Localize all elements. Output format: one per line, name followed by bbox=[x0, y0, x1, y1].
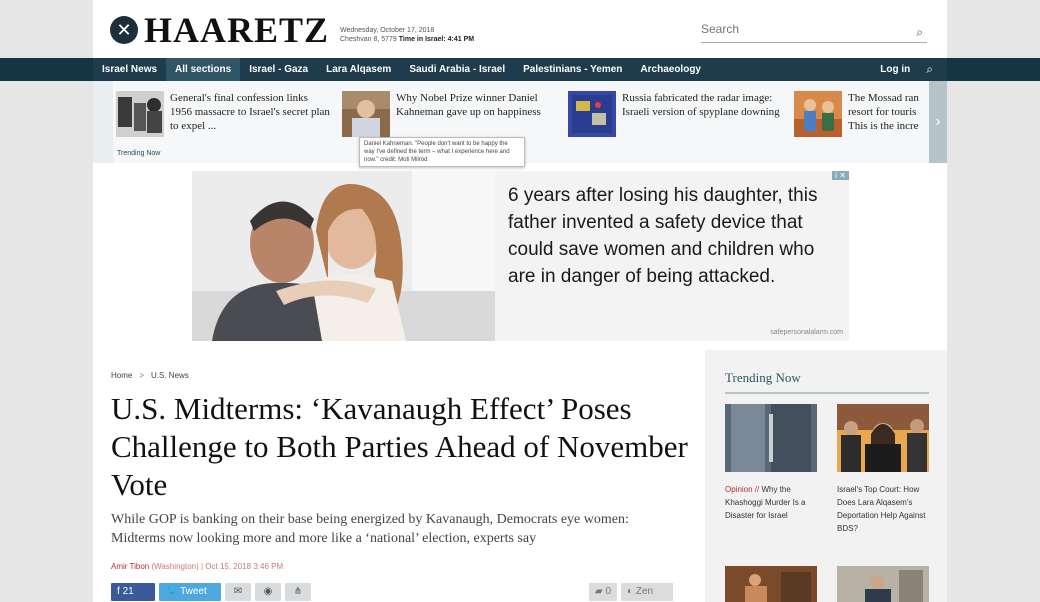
nav-item-israel-gaza[interactable]: Israel - Gaza bbox=[240, 58, 317, 81]
date-hebrew: Cheshvan 8, 5779 Time in Israel: 4:41 PM bbox=[340, 35, 474, 44]
story-headline: Russia fabricated the radar image: Israe… bbox=[622, 92, 780, 118]
facebook-share-button[interactable]: f 21 bbox=[111, 583, 155, 601]
story-thumbnail bbox=[116, 91, 164, 137]
ad-image bbox=[192, 171, 495, 341]
login-link[interactable]: Log in bbox=[870, 64, 920, 75]
article-headline: U.S. Midterms: ‘Kavanaugh Effect’ Poses … bbox=[111, 391, 688, 502]
strip-label: Trending Now bbox=[117, 150, 161, 157]
ad-url: safepersonalalarm.com bbox=[770, 329, 843, 336]
zen-icon: ◐ bbox=[627, 586, 636, 597]
main-nav-inner: Israel News All sections Israel - Gaza L… bbox=[93, 58, 947, 81]
article-tools: ▰ 0 ◐ Zen bbox=[589, 583, 674, 601]
trending-card-image[interactable] bbox=[837, 566, 929, 602]
story-headline: Why Nobel Prize winner Daniel Kahneman g… bbox=[396, 92, 541, 118]
logo-mark-icon: ✕ bbox=[110, 16, 138, 44]
search-icon[interactable]: ⌕ bbox=[916, 25, 923, 40]
content-area: Home > U.S. News U.S. Midterms: ‘Kavanaugh… bbox=[93, 350, 947, 602]
reddit-share-button[interactable]: ◉ bbox=[255, 583, 281, 601]
image-caption-tooltip: Daniel Kahneman. "People don't want to b… bbox=[359, 137, 525, 167]
opinion-label: Opinion // bbox=[725, 485, 760, 494]
nav-search-icon[interactable]: ⌕ bbox=[920, 62, 947, 77]
nav-item-all-sections[interactable]: All sections bbox=[166, 58, 241, 81]
trending-card-image bbox=[725, 404, 817, 472]
location-text: Washington bbox=[154, 562, 197, 571]
tweet-button[interactable]: 🐦 Tweet bbox=[159, 583, 221, 601]
breadcrumb-section[interactable]: U.S. News bbox=[151, 371, 189, 380]
more-share-button[interactable]: ⋔ bbox=[285, 583, 311, 601]
nav-item-saudi-arabia-israel[interactable]: Saudi Arabia - Israel bbox=[400, 58, 514, 81]
byline: Amir Tibon (Washington) | Oct 15, 2018 3… bbox=[111, 562, 283, 571]
strip-story[interactable]: The Mossad ran resort for touris This is… bbox=[794, 91, 929, 137]
trending-card-image[interactable] bbox=[725, 566, 817, 602]
haaretz-logo[interactable]: ✕ HAARETZ bbox=[110, 10, 330, 50]
trending-sidebar: Trending Now Opinion // Why the Khashogg… bbox=[705, 350, 947, 602]
advertisement[interactable]: 6 years after losing his daughter, this … bbox=[192, 171, 849, 341]
author-link[interactable]: Amir Tibon bbox=[111, 562, 149, 571]
zen-label: Zen bbox=[635, 586, 654, 597]
comment-icon: ▰ bbox=[595, 586, 606, 597]
twitter-icon: 🐦 bbox=[165, 586, 181, 597]
story-thumbnail bbox=[568, 91, 616, 137]
divider bbox=[725, 392, 929, 394]
date-hebrew-text: Cheshvan 8, 5779 bbox=[340, 36, 399, 43]
comments-count: 0 bbox=[605, 586, 612, 597]
email-icon: ✉ bbox=[233, 586, 243, 597]
publish-date: Oct 15, 2018 3:46 PM bbox=[205, 562, 284, 571]
adchoices-icon[interactable]: i ✕ bbox=[832, 171, 849, 180]
trending-card[interactable]: Opinion // Why the Khashoggi Murder Is a… bbox=[725, 404, 817, 522]
breadcrumb-home[interactable]: Home bbox=[111, 371, 132, 380]
logo-text: HAARETZ bbox=[144, 10, 330, 50]
site-header: ✕ HAARETZ Wednesday, October 17, 2018 Ch… bbox=[93, 0, 947, 58]
nav-right: Log in ⌕ bbox=[870, 62, 947, 77]
date-gregorian: Wednesday, October 17, 2018 bbox=[340, 27, 435, 34]
trending-card-caption: Opinion // Why the Khashoggi Murder Is a… bbox=[725, 483, 817, 522]
nav-item-lara-alqasem[interactable]: Lara Alqasem bbox=[317, 58, 400, 81]
israel-time: Time in Israel: 4:41 PM bbox=[398, 36, 475, 43]
strip-story[interactable]: Why Nobel Prize winner Daniel Kahneman g… bbox=[342, 91, 557, 137]
ad-headline: 6 years after losing his daughter, this … bbox=[508, 185, 818, 287]
nav-item-archaeology[interactable]: Archaeology bbox=[631, 58, 710, 81]
facebook-count: 21 bbox=[122, 586, 134, 597]
search-box: ⌕ bbox=[701, 20, 927, 43]
story-thumbnail bbox=[342, 91, 390, 137]
comments-button[interactable]: ▰ 0 bbox=[589, 583, 618, 601]
story-headline: The Mossad ran resort for touris This is… bbox=[848, 92, 919, 132]
dateline: Wednesday, October 17, 2018 Cheshvan 8, … bbox=[340, 26, 474, 44]
trending-title: Trending Now bbox=[725, 370, 801, 385]
strip-story[interactable]: Russia fabricated the radar image: Israe… bbox=[568, 91, 783, 137]
trending-card-text: Israel's Top Court: How Does Lara Alqase… bbox=[837, 485, 926, 533]
share-icon: ⋔ bbox=[293, 586, 303, 597]
trending-card-image bbox=[837, 404, 929, 472]
nav-item-palestinians-yemen[interactable]: Palestinians - Yemen bbox=[514, 58, 631, 81]
trending-card[interactable]: Israel's Top Court: How Does Lara Alqase… bbox=[837, 404, 929, 535]
story-thumbnail bbox=[794, 91, 842, 137]
article-subheadline: While GOP is banking on their base being… bbox=[111, 512, 629, 546]
location: (Washington) | bbox=[151, 562, 204, 571]
search-input[interactable] bbox=[701, 20, 901, 38]
page: ✕ HAARETZ Wednesday, October 17, 2018 Ch… bbox=[0, 0, 1040, 602]
tweet-label: Tweet bbox=[180, 586, 207, 597]
nav-item-israel-news[interactable]: Israel News bbox=[93, 58, 166, 81]
email-share-button[interactable]: ✉ bbox=[225, 583, 251, 601]
story-headline: General's final confession links 1956 ma… bbox=[170, 92, 330, 132]
zen-button[interactable]: ◐ Zen bbox=[621, 583, 674, 601]
strip-story[interactable]: General's final confession links 1956 ma… bbox=[116, 91, 331, 137]
breadcrumb-separator: > bbox=[139, 371, 145, 380]
chevron-right-icon[interactable]: › bbox=[929, 81, 947, 163]
reddit-icon: ◉ bbox=[263, 586, 273, 597]
breadcrumb: Home > U.S. News bbox=[111, 371, 189, 380]
main-nav: Israel News All sections Israel - Gaza L… bbox=[0, 58, 1040, 81]
share-bar: f 21 🐦 Tweet ✉ ◉ ⋔ bbox=[111, 583, 311, 601]
trending-card-caption: Israel's Top Court: How Does Lara Alqase… bbox=[837, 483, 929, 535]
